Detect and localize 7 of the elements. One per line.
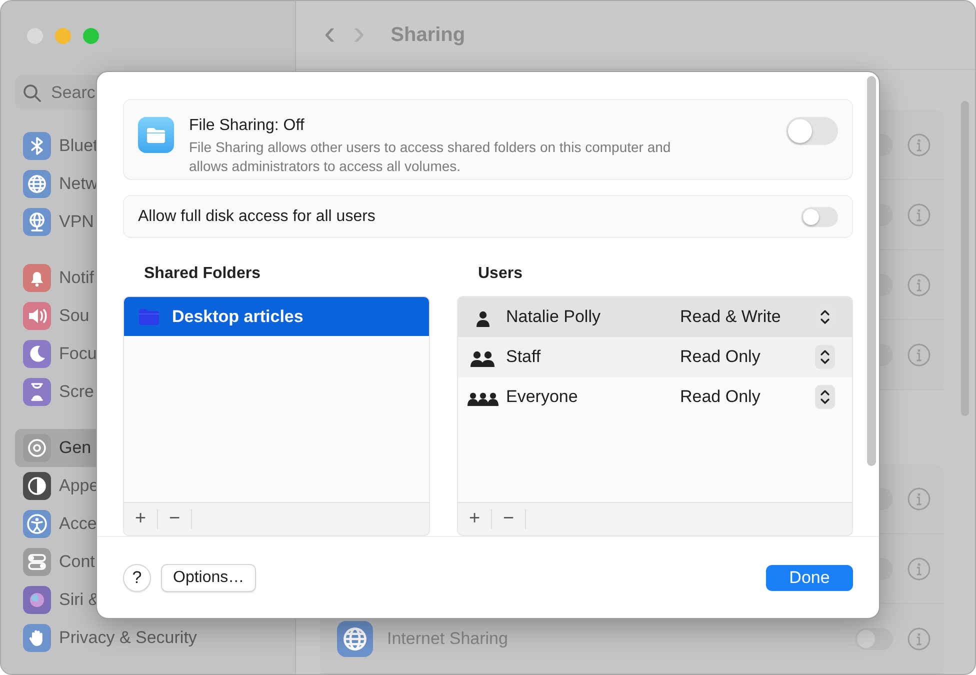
section-heading: Users	[477, 265, 524, 284]
window-title: Sharing	[390, 24, 466, 46]
section-heading: Shared Folders	[143, 265, 262, 284]
service-title: File Sharing: Off	[189, 117, 306, 135]
setting-label: Allow full disk access for all users	[138, 208, 376, 226]
row-label: Internet Sharing	[387, 628, 508, 648]
service-description: File Sharing allows other users to access shared folders on this computer and allows administrators to access all volumes.	[189, 138, 672, 176]
